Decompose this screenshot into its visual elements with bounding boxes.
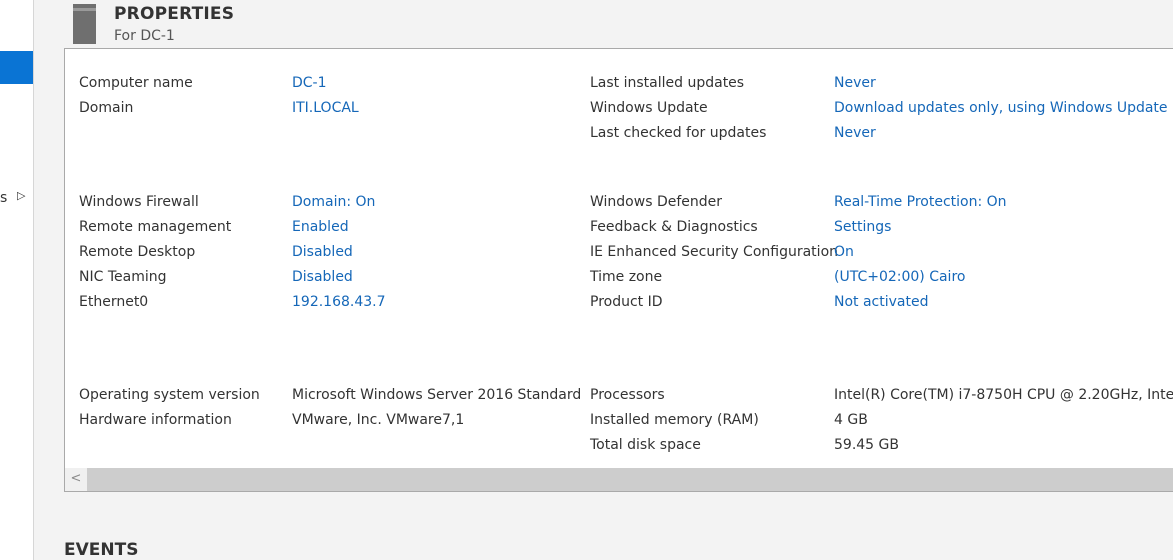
last-installed-updates-link[interactable]: Never	[834, 73, 876, 93]
total-disk-label: Total disk space	[590, 437, 701, 453]
properties-panel: Computer name DC-1 Domain ITI.LOCAL Last…	[64, 48, 1173, 492]
time-zone-link[interactable]: (UTC+02:00) Cairo	[834, 267, 965, 287]
remote-management-label: Remote management	[79, 219, 232, 235]
left-navigation: s ▷	[0, 0, 34, 560]
feedback-diagnostics-label: Feedback & Diagnostics	[590, 219, 758, 235]
server-icon	[73, 4, 96, 44]
installed-memory-label: Installed memory (RAM)	[590, 412, 759, 428]
ethernet0-link[interactable]: 192.168.43.7	[292, 292, 386, 312]
ie-esc-label: IE Enhanced Security Configuration	[590, 244, 839, 260]
windows-firewall-label: Windows Firewall	[79, 194, 199, 210]
windows-update-label: Windows Update	[590, 100, 708, 116]
events-title: EVENTS	[64, 540, 139, 560]
ethernet0-label: Ethernet0	[79, 294, 149, 310]
windows-firewall-link[interactable]: Domain: On	[292, 192, 375, 212]
nic-teaming-label: NIC Teaming	[79, 269, 167, 285]
os-version-label: Operating system version	[79, 387, 260, 403]
product-id-link[interactable]: Not activated	[834, 292, 929, 312]
windows-update-link[interactable]: Download updates only, using Windows Upd…	[834, 98, 1168, 118]
processors-label: Processors	[590, 387, 665, 403]
computer-name-label: Computer name	[79, 75, 193, 91]
windows-defender-link[interactable]: Real-Time Protection: On	[834, 192, 1007, 212]
domain-link[interactable]: ITI.LOCAL	[292, 98, 359, 118]
last-checked-updates-link[interactable]: Never	[834, 123, 876, 143]
selected-nav-item[interactable]	[0, 51, 33, 84]
ie-esc-link[interactable]: On	[834, 242, 854, 262]
product-id-label: Product ID	[590, 294, 663, 310]
expand-arrow-icon[interactable]: ▷	[17, 189, 25, 202]
domain-label: Domain	[79, 100, 134, 116]
remote-desktop-label: Remote Desktop	[79, 244, 196, 260]
hardware-info-label: Hardware information	[79, 412, 232, 428]
windows-defender-label: Windows Defender	[590, 194, 723, 210]
last-installed-updates-label: Last installed updates	[590, 75, 745, 91]
properties-title: PROPERTIES	[114, 4, 235, 24]
installed-memory-value: 4 GB	[834, 412, 868, 428]
feedback-diagnostics-link[interactable]: Settings	[834, 217, 891, 237]
properties-subtitle: For DC-1	[114, 28, 175, 44]
processors-value: Intel(R) Core(TM) i7-8750H CPU @ 2.20GHz…	[834, 387, 1173, 403]
nic-teaming-link[interactable]: Disabled	[292, 267, 353, 287]
os-version-value: Microsoft Windows Server 2016 Standard	[292, 387, 582, 403]
nav-item-partial-label[interactable]: s	[0, 190, 7, 206]
remote-management-link[interactable]: Enabled	[292, 217, 349, 237]
horizontal-scrollbar[interactable]: <	[65, 468, 1173, 491]
time-zone-label: Time zone	[590, 269, 663, 285]
computer-name-link[interactable]: DC-1	[292, 73, 327, 93]
scroll-left-button[interactable]: <	[65, 468, 87, 491]
remote-desktop-link[interactable]: Disabled	[292, 242, 353, 262]
last-checked-updates-label: Last checked for updates	[590, 125, 767, 141]
hardware-info-value: VMware, Inc. VMware7,1	[292, 412, 465, 428]
total-disk-value: 59.45 GB	[834, 437, 899, 453]
